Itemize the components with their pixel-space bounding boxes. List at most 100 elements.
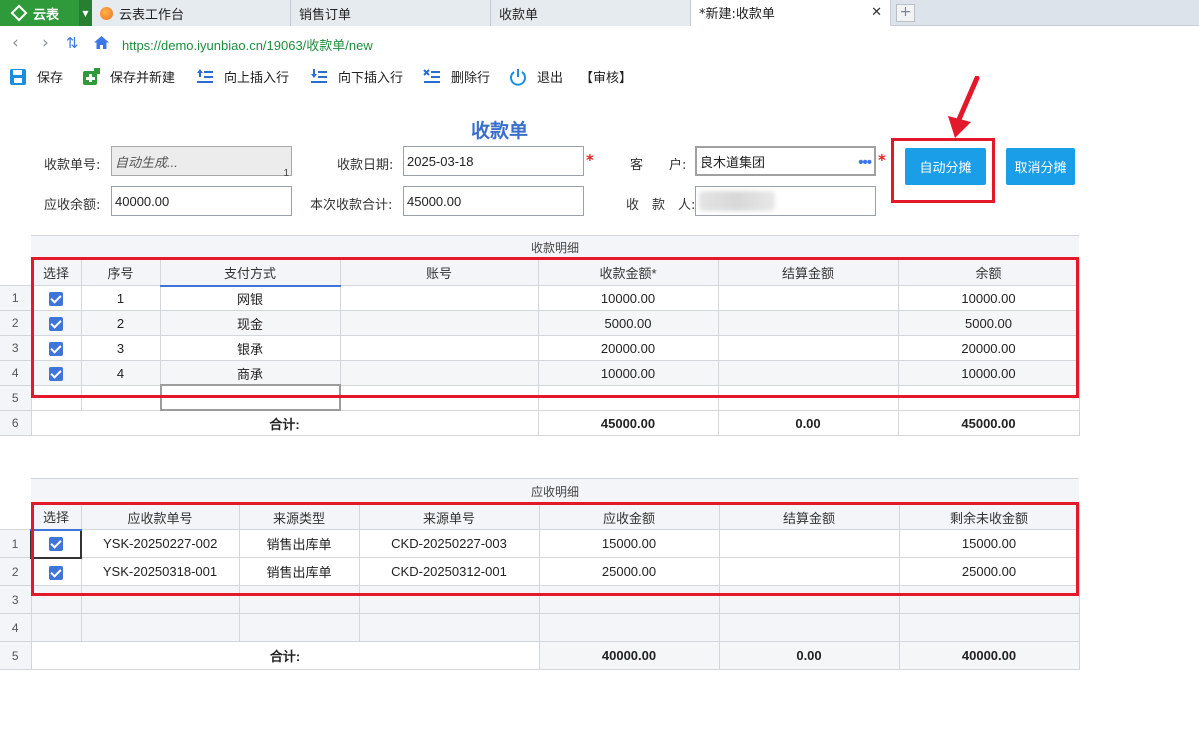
- table-row-empty[interactable]: 4: [0, 613, 1080, 642]
- forward-icon[interactable]: ›: [42, 33, 49, 53]
- cell-account[interactable]: [339, 335, 539, 361]
- cell-seq[interactable]: 4: [80, 360, 161, 386]
- checkbox-checked-icon[interactable]: [49, 537, 63, 552]
- tab-sales-order[interactable]: 销售订单: [291, 0, 491, 26]
- cell-pay-method[interactable]: 商承: [159, 360, 341, 386]
- total-ar-amount: 40000.00: [538, 641, 720, 670]
- exit-label: 退出: [537, 71, 564, 86]
- row-checkbox[interactable]: [30, 528, 82, 559]
- checkbox-checked-icon[interactable]: [49, 316, 63, 331]
- home-icon[interactable]: [93, 35, 110, 50]
- receipt-date-value: 2025-03-18: [407, 153, 474, 169]
- cell-seq[interactable]: 3: [80, 335, 161, 361]
- checkbox-checked-icon[interactable]: [49, 291, 63, 306]
- cell-settle-amount[interactable]: [718, 529, 900, 558]
- cell-remain-amount[interactable]: 25000.00: [898, 557, 1080, 586]
- tab-new-receipt[interactable]: *新建:收款单 ✕: [691, 0, 891, 26]
- cell-receipt-amount[interactable]: 20000.00: [537, 335, 719, 361]
- cell-pay-method[interactable]: 银承: [159, 335, 341, 361]
- table-row[interactable]: 1 YSK-20250227-002 销售出库单 CKD-20250227-00…: [0, 528, 1080, 559]
- cell-seq[interactable]: 2: [80, 310, 161, 336]
- table-row[interactable]: 2 YSK-20250318-001 销售出库单 CKD-20250312-00…: [0, 557, 1080, 586]
- row-number: 1: [0, 529, 32, 558]
- row-checkbox[interactable]: [30, 285, 82, 311]
- cell-pay-method[interactable]: 现金: [159, 310, 341, 336]
- cell-account[interactable]: [339, 285, 539, 311]
- row-checkbox[interactable]: [30, 360, 82, 386]
- url-text[interactable]: https://demo.iyunbiao.cn/19063/收款单/new: [122, 35, 373, 54]
- new-tab-button[interactable]: +: [896, 4, 915, 22]
- auto-allocate-button[interactable]: 自动分摊: [905, 148, 986, 185]
- tab-workbench[interactable]: 云表工作台: [92, 0, 291, 26]
- cell-receipt-amount[interactable]: 5000.00: [537, 310, 719, 336]
- save-label: 保存: [37, 71, 64, 86]
- cell-seq[interactable]: 1: [80, 285, 161, 311]
- refresh-icon[interactable]: ⇅: [66, 34, 79, 52]
- tab-receipt[interactable]: 收款单: [491, 0, 691, 26]
- cell-settle-amount[interactable]: [717, 285, 899, 311]
- table-row-empty[interactable]: 3: [0, 585, 1080, 614]
- cell-settle-amount[interactable]: [717, 360, 899, 386]
- cell-balance[interactable]: 20000.00: [897, 335, 1080, 361]
- checkbox-checked-icon[interactable]: [49, 341, 63, 356]
- cell-source-type[interactable]: 销售出库单: [238, 529, 360, 558]
- checkbox-checked-icon[interactable]: [49, 366, 63, 381]
- insert-row-below-button[interactable]: 向下插入行: [310, 67, 403, 86]
- receipt-no-value: 自动生成...: [115, 154, 178, 170]
- tab-close-icon[interactable]: ✕: [871, 5, 882, 20]
- back-icon[interactable]: ‹: [12, 33, 19, 53]
- cell-source-no[interactable]: CKD-20250227-003: [358, 529, 540, 558]
- row-checkbox[interactable]: [30, 335, 82, 361]
- cell-ar-amount[interactable]: 15000.00: [538, 529, 720, 558]
- audit-button[interactable]: 【审核】: [580, 67, 632, 86]
- cell-balance[interactable]: 10000.00: [897, 285, 1080, 311]
- save-button[interactable]: 保存: [9, 67, 63, 86]
- cell-settle-amount[interactable]: [717, 335, 899, 361]
- cell-account[interactable]: [339, 310, 539, 336]
- table-total-row: 6 合计: 45000.00 0.00 45000.00: [0, 410, 1080, 436]
- receivable-balance-field[interactable]: 40000.00: [111, 186, 292, 216]
- table-row[interactable]: 3 3 银承 20000.00 20000.00: [0, 335, 1080, 361]
- checkbox-checked-icon[interactable]: [49, 565, 63, 580]
- cell-remain-amount[interactable]: 15000.00: [898, 529, 1080, 558]
- exit-button[interactable]: 退出: [509, 67, 563, 86]
- receipt-no-field[interactable]: 自动生成... 1: [111, 146, 292, 179]
- total-settle-amount: 0.00: [718, 641, 900, 670]
- cell-source-no[interactable]: CKD-20250312-001: [358, 557, 540, 586]
- cell-balance[interactable]: 10000.00: [897, 360, 1080, 386]
- table-row[interactable]: 4 4 商承 10000.00 10000.00: [0, 360, 1080, 386]
- cell-account[interactable]: [339, 360, 539, 386]
- row-checkbox[interactable]: [30, 310, 82, 336]
- app-menu-chevron-icon[interactable]: ▼: [79, 0, 92, 26]
- col-settle-amount: 结算金额: [717, 259, 899, 286]
- insert-above-icon: [197, 68, 213, 83]
- table-row[interactable]: 2 2 现金 5000.00 5000.00: [0, 310, 1080, 336]
- cell-settle-amount[interactable]: [718, 557, 900, 586]
- cell-source-type[interactable]: 销售出库单: [238, 557, 360, 586]
- cell-balance[interactable]: 5000.00: [897, 310, 1080, 336]
- save-and-new-button[interactable]: 保存并新建: [82, 67, 175, 86]
- cell-receipt-amount[interactable]: 10000.00: [537, 360, 719, 386]
- customer-field[interactable]: 良木道集团 •••: [695, 146, 876, 176]
- cell-ar-no[interactable]: YSK-20250227-002: [80, 529, 240, 558]
- cell-ar-amount[interactable]: 25000.00: [538, 557, 720, 586]
- receipt-total-value: 45000.00: [407, 193, 462, 209]
- cell-pay-method[interactable]: 网银: [159, 285, 341, 311]
- more-options-icon[interactable]: •••: [858, 154, 872, 171]
- toolbar: 保存 保存并新建 向上插入行 向下插入行 删除行 退出 【审核】: [0, 62, 1199, 92]
- table-row-empty[interactable]: 5: [0, 385, 1080, 411]
- row-number: 2: [0, 557, 32, 586]
- receipt-total-field[interactable]: 45000.00: [403, 186, 584, 216]
- cell-settle-amount[interactable]: [717, 310, 899, 336]
- row-checkbox[interactable]: [30, 557, 82, 586]
- insert-row-above-button[interactable]: 向上插入行: [196, 67, 289, 86]
- total-remain-amount: 40000.00: [898, 641, 1080, 670]
- app-logo[interactable]: 云表: [0, 0, 79, 26]
- cell-ar-no[interactable]: YSK-20250318-001: [80, 557, 240, 586]
- cancel-allocate-button[interactable]: 取消分摊: [1006, 148, 1075, 185]
- payee-label: 收 款 人:: [626, 198, 696, 213]
- receipt-date-field[interactable]: 2025-03-18: [403, 146, 584, 176]
- table-row[interactable]: 1 1 网银 10000.00 10000.00: [0, 285, 1080, 311]
- delete-row-button[interactable]: 删除行: [423, 67, 490, 86]
- cell-receipt-amount[interactable]: 10000.00: [537, 285, 719, 311]
